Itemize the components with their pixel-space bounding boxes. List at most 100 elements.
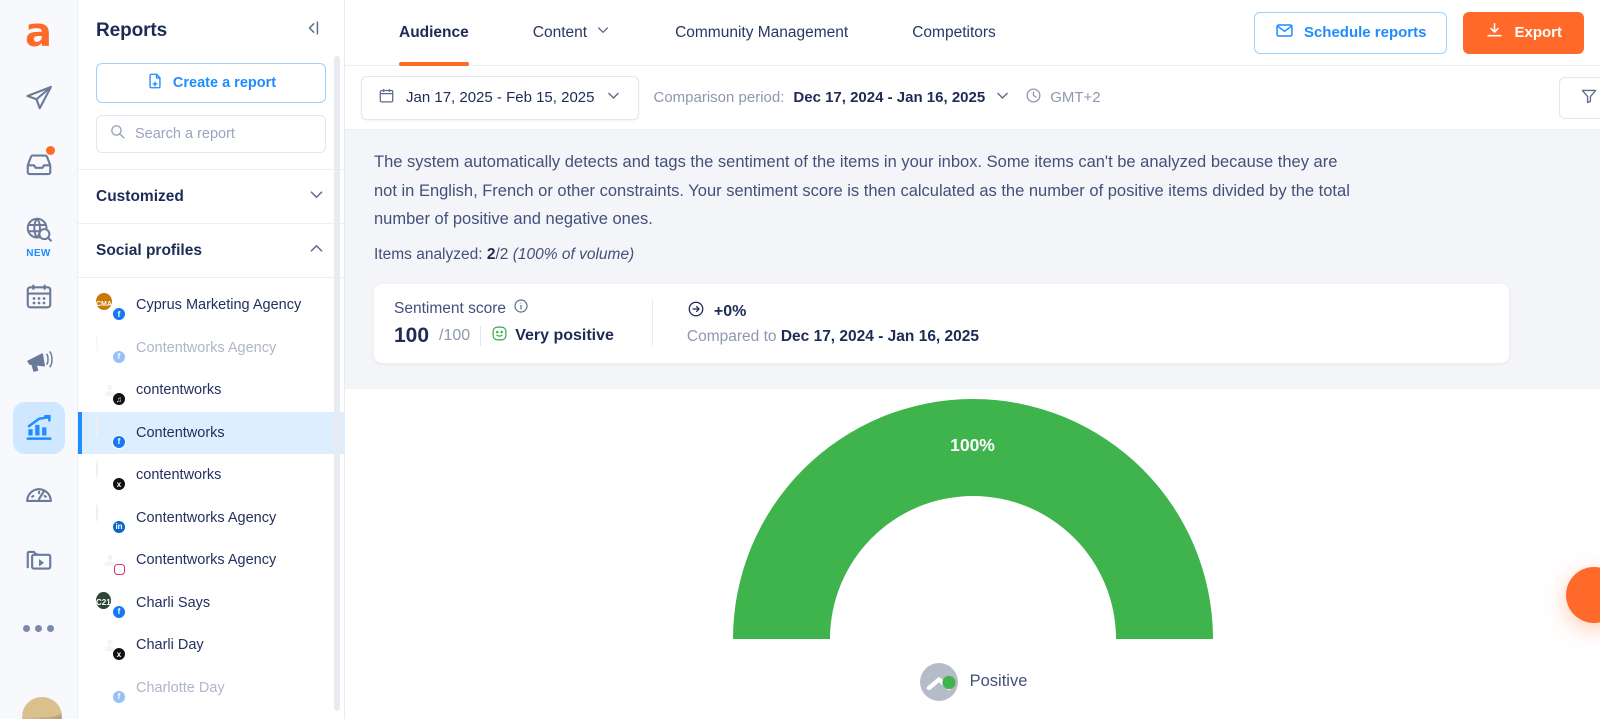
social-profile-item[interactable]: ♫ contentworks [78, 369, 344, 412]
export-button[interactable]: Export [1463, 11, 1584, 54]
rail-item-campaigns[interactable] [13, 336, 65, 388]
collapse-panel-button[interactable] [298, 16, 326, 45]
clock-icon [1025, 87, 1042, 108]
social-profile-label: Charli Says [136, 594, 211, 611]
info-icon[interactable] [513, 298, 529, 319]
social-profile-item[interactable]: f Contentworks [78, 411, 344, 454]
score-card-left: Sentiment score 100 /100 Very positive [374, 298, 652, 348]
items-analyzed-total: /2 [495, 245, 509, 263]
rail-item-monitoring[interactable] [13, 468, 65, 520]
create-report-button[interactable]: Create a report [96, 63, 326, 103]
sentiment-score-max: /100 [439, 327, 471, 344]
score-card-right: +0% Compared to Dec 17, 2024 - Jan 16, 2… [653, 300, 979, 346]
tab-label: Audience [399, 23, 469, 41]
social-profile-label: Contentworks [136, 424, 225, 441]
social-profile-item[interactable]: x contentworks [78, 454, 344, 497]
avatar: ♫ [96, 376, 126, 407]
facebook-badge-icon: f [112, 434, 126, 449]
section-social-profiles-label: Social profiles [96, 241, 202, 259]
top-actions: Schedule reports Export [1253, 11, 1584, 54]
items-analyzed-percent: (100% of volume) [512, 245, 635, 263]
avatar-image [96, 460, 98, 480]
rail-item-inbox[interactable] [13, 138, 65, 190]
filter-button[interactable]: F [1558, 77, 1600, 119]
sentiment-verdict-label: Very positive [515, 327, 614, 344]
items-analyzed-label: Items analyzed: [374, 245, 483, 263]
social-profiles-list[interactable]: CMA f Cyprus Marketing Agency f Contentworks… [78, 278, 344, 719]
tab-audience[interactable]: Audience [385, 0, 501, 66]
rail-item-library[interactable] [13, 534, 65, 586]
social-profile-item[interactable]: in Contentworks Agency [78, 497, 344, 540]
page-title: Reports [96, 19, 168, 41]
create-report-label: Create a report [172, 75, 277, 91]
facebook-badge-icon: f [112, 307, 126, 322]
avatar: C21 f [96, 589, 126, 619]
monitoring-icon [24, 479, 54, 509]
avatar: f [96, 332, 126, 364]
schedule-reports-label: Schedule reports [1303, 24, 1427, 41]
report-tabs: Audience Content Community Management Compe… [385, 0, 1028, 66]
tab-community-management[interactable]: Community Management [643, 0, 880, 66]
chevron-down-icon [595, 22, 611, 43]
library-icon [24, 545, 54, 575]
social-profile-item[interactable]: f Contentworks Agency [78, 327, 344, 370]
rail-icon-list: NEW [12, 72, 65, 666]
envelope-icon [1275, 21, 1294, 44]
chevron-up-icon [307, 239, 326, 263]
report-content: The system automatically detects and tag… [345, 130, 1600, 719]
reports-icon [24, 413, 54, 443]
sidebar-scrollbar[interactable] [334, 56, 340, 711]
app-logo[interactable]: a [18, 12, 60, 54]
social-profile-label: Charlotte Day [136, 679, 225, 696]
facebook-badge-icon: f [112, 689, 126, 704]
section-customized[interactable]: Customized [78, 170, 344, 224]
tab-content[interactable]: Content [501, 0, 643, 66]
x-badge-icon: x [112, 477, 126, 492]
top-navigation: Audience Content Community Management Compe… [345, 0, 1600, 66]
social-profile-label: Cyprus Marketing Agency [136, 297, 302, 314]
rail-item-calendar[interactable] [13, 270, 65, 322]
rail-item-more[interactable] [13, 600, 65, 652]
app-rail: a NEW [0, 0, 78, 719]
calendar-icon [24, 281, 54, 311]
score-delta-row: +0% [687, 300, 979, 323]
schedule-reports-button[interactable]: Schedule reports [1253, 11, 1448, 54]
comparison-period-picker[interactable]: Comparison period: Dec 17, 2024 - Jan 16… [653, 87, 1011, 108]
collapse-left-icon [302, 21, 322, 42]
social-profile-item[interactable]: Contentworks Agency [78, 539, 344, 582]
main-area: Audience Content Community Management Compe… [345, 0, 1600, 719]
social-profile-item[interactable]: x Charli Day [78, 624, 344, 667]
sentiment-score-value: 100 [394, 324, 430, 347]
tab-competitors[interactable]: Competitors [880, 0, 1028, 66]
timezone-value: GMT+2 [1050, 89, 1101, 106]
social-profile-item[interactable]: CMA f Cyprus Marketing Agency [78, 284, 344, 327]
avatar: f [96, 417, 126, 449]
listening-new-badge: NEW [26, 248, 51, 259]
listening-icon [24, 215, 54, 245]
compared-to-range: Dec 17, 2024 - Jan 16, 2025 [780, 328, 980, 345]
avatar: in [96, 502, 126, 534]
date-range-value: Jan 17, 2025 - Feb 15, 2025 [406, 89, 595, 106]
rail-item-publish[interactable] [13, 72, 65, 124]
social-profile-label: Charli Day [136, 637, 204, 654]
positive-sentiment-icon [918, 661, 960, 703]
social-profile-item[interactable]: C21 f Charli Says [78, 582, 344, 625]
sentiment-description: The system automatically detects and tag… [374, 153, 1350, 228]
avatar-image [96, 502, 98, 522]
user-avatar[interactable] [22, 697, 62, 719]
score-card-title-row: Sentiment score [394, 298, 614, 319]
inbox-notification-dot [45, 146, 55, 155]
avatar-image: CMA [96, 293, 112, 311]
chevron-down-icon [994, 87, 1011, 108]
date-range-picker[interactable]: Jan 17, 2025 - Feb 15, 2025 [361, 75, 640, 120]
file-plus-icon [146, 72, 164, 94]
tab-label: Competitors [912, 23, 996, 41]
gauge-holder [345, 389, 1600, 644]
section-social-profiles[interactable]: Social profiles [78, 224, 344, 278]
sentiment-summary-block: The system automatically detects and tag… [345, 130, 1600, 389]
search-input[interactable] [135, 126, 313, 142]
search-report-field[interactable] [96, 115, 326, 153]
rail-item-listening[interactable]: NEW [13, 204, 65, 259]
social-profile-item[interactable]: f Charlotte Day [78, 667, 344, 710]
rail-item-reports[interactable] [12, 402, 65, 454]
